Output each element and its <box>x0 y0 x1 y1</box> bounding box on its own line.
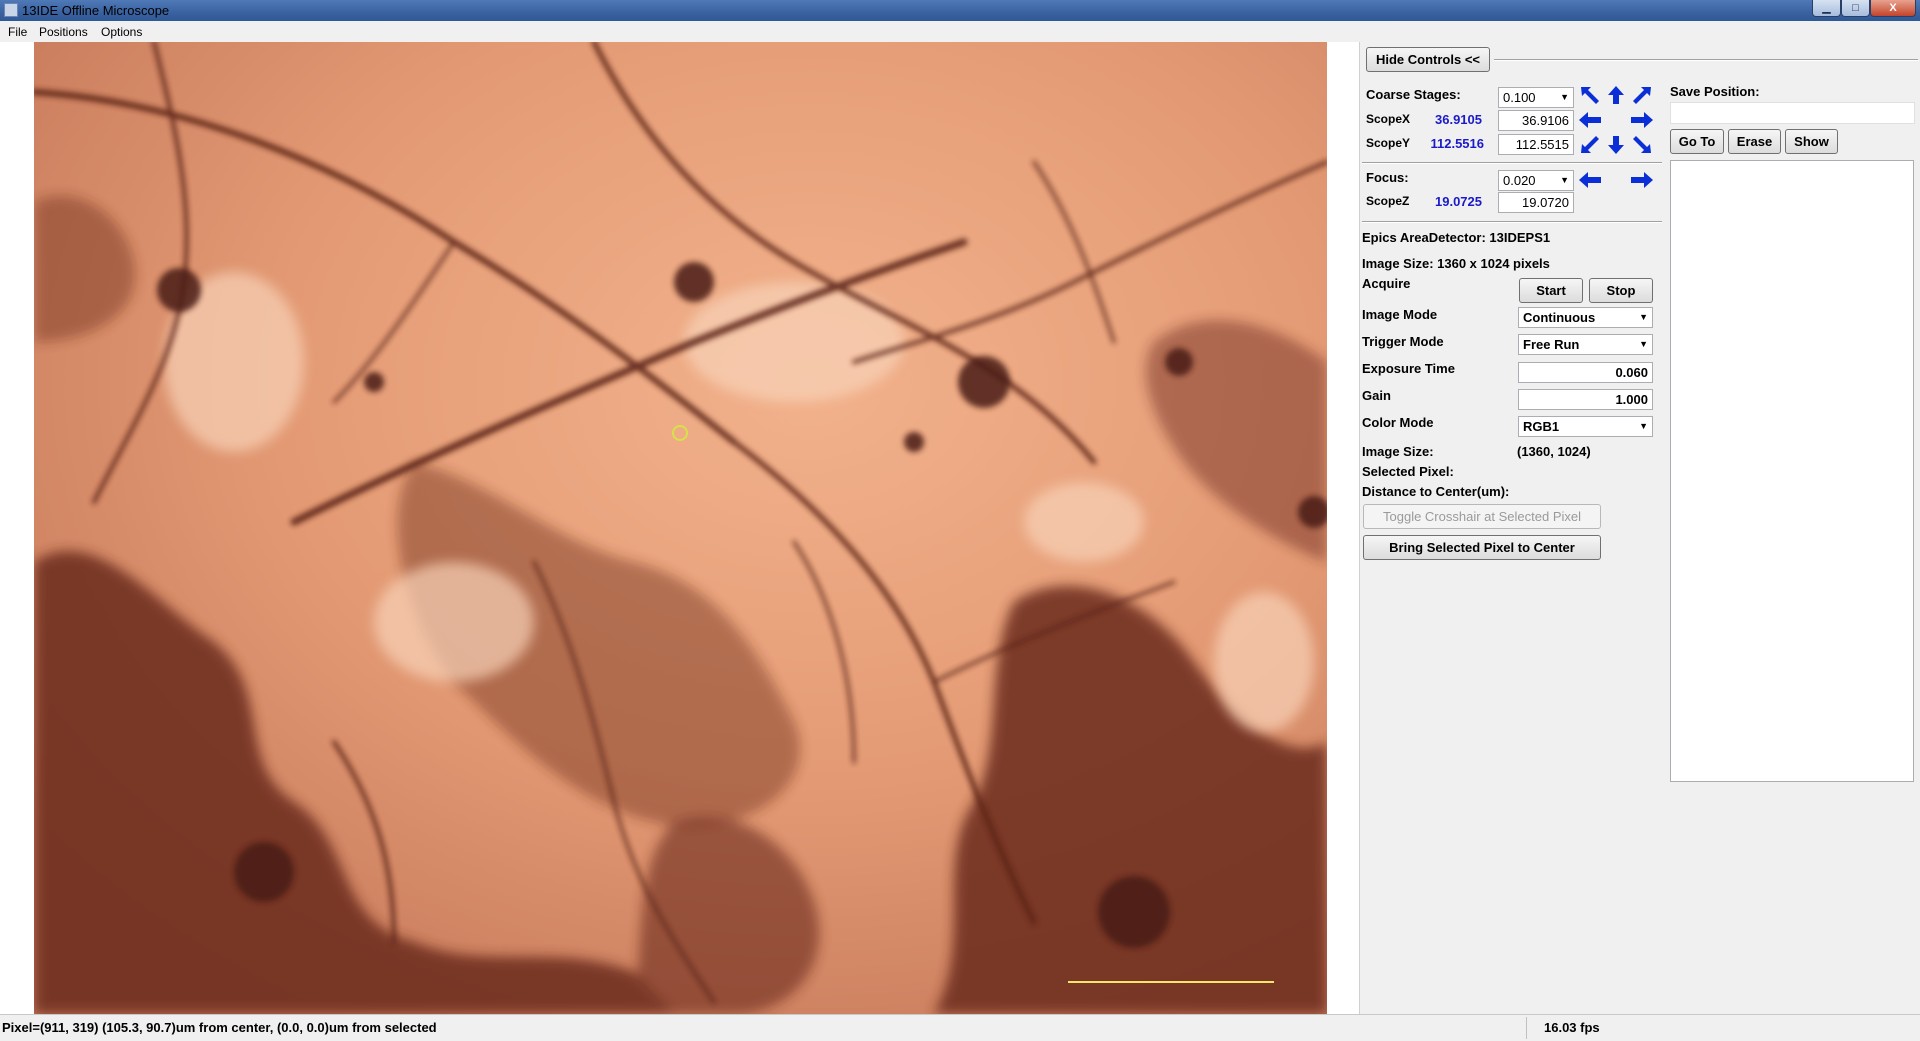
arrow-left-icon[interactable] <box>1577 169 1603 191</box>
image-size-value: (1360, 1024) <box>1517 444 1591 459</box>
coarse-step-value: 0.100 <box>1503 90 1536 105</box>
divider <box>1362 221 1662 223</box>
arrow-right-icon[interactable] <box>1629 109 1655 131</box>
save-position-input[interactable] <box>1670 102 1915 124</box>
arrow-down-left-icon[interactable] <box>1577 134 1603 156</box>
toggle-crosshair-button[interactable]: Toggle Crosshair at Selected Pixel <box>1363 504 1601 529</box>
trigger-mode-value: Free Run <box>1523 337 1580 352</box>
gain-input[interactable]: 1.000 <box>1518 389 1653 410</box>
gain-label: Gain <box>1362 388 1391 403</box>
status-bar: Pixel=(911, 319) (105.3, 90.7)um from ce… <box>0 1014 1920 1041</box>
distance-label: Distance to Center(um): <box>1362 484 1510 499</box>
image-mode-label: Image Mode <box>1362 307 1438 322</box>
fps-readout: 16.03 fps <box>1544 1020 1600 1035</box>
microscope-image[interactable] <box>34 42 1327 1014</box>
chevron-down-icon: ▼ <box>1639 421 1648 431</box>
menu-file[interactable]: File <box>8 25 27 39</box>
window-title: 13IDE Offline Microscope <box>22 3 170 18</box>
stop-button[interactable]: Stop <box>1589 278 1653 303</box>
erase-button[interactable]: Erase <box>1728 129 1781 154</box>
scope-z-label: ScopeZ <box>1366 194 1410 208</box>
maximize-button[interactable]: □ <box>1841 0 1870 17</box>
scope-x-label: ScopeX <box>1366 112 1411 126</box>
title-bar: 13IDE Offline Microscope ▁ □ X <box>0 0 1920 21</box>
chevron-down-icon: ▼ <box>1639 339 1648 349</box>
close-button[interactable]: X <box>1870 0 1916 17</box>
bring-to-center-button[interactable]: Bring Selected Pixel to Center <box>1363 535 1601 560</box>
color-mode-value: RGB1 <box>1523 419 1560 434</box>
minimize-button[interactable]: ▁ <box>1812 0 1841 17</box>
goto-button[interactable]: Go To <box>1670 129 1724 154</box>
scope-x-readback: 36.9105 <box>1435 112 1482 127</box>
image-mode-value: Continuous <box>1523 310 1596 325</box>
scope-z-readback: 19.0725 <box>1435 194 1482 209</box>
coarse-step-select[interactable]: 0.100 ▼ <box>1498 87 1574 108</box>
detector-title: Epics AreaDetector: 13IDEPS1 <box>1362 230 1551 245</box>
hide-controls-button[interactable]: Hide Controls << <box>1366 47 1490 72</box>
chevron-down-icon: ▼ <box>1560 175 1569 185</box>
arrow-left-icon[interactable] <box>1577 109 1603 131</box>
arrow-up-icon[interactable] <box>1603 84 1629 106</box>
app-icon <box>4 3 18 17</box>
exposure-label: Exposure Time <box>1362 361 1455 376</box>
menu-positions[interactable]: Positions <box>39 25 88 39</box>
focus-label: Focus: <box>1366 170 1409 185</box>
scope-y-label: ScopeY <box>1366 136 1411 150</box>
image-size-label: Image Size: <box>1362 444 1434 459</box>
divider <box>1362 162 1662 164</box>
coarse-stages-label: Coarse Stages: <box>1366 87 1461 102</box>
focus-step-value: 0.020 <box>1503 173 1536 188</box>
scope-y-input[interactable]: 112.5515 <box>1498 134 1574 155</box>
scope-z-input[interactable]: 19.0720 <box>1498 192 1574 213</box>
pixel-info: Pixel=(911, 319) (105.3, 90.7)um from ce… <box>2 1020 437 1035</box>
selected-pixel-label: Selected Pixel: <box>1362 464 1454 479</box>
show-button[interactable]: Show <box>1785 129 1838 154</box>
arrow-down-right-icon[interactable] <box>1629 134 1655 156</box>
arrow-down-icon[interactable] <box>1603 134 1629 156</box>
focus-step-select[interactable]: 0.020 ▼ <box>1498 170 1574 191</box>
color-mode-label: Color Mode <box>1362 415 1434 430</box>
image-pane <box>0 42 1359 1014</box>
menu-options[interactable]: Options <box>101 25 142 39</box>
arrow-right-icon[interactable] <box>1629 169 1655 191</box>
image-mode-select[interactable]: Continuous ▼ <box>1518 307 1653 328</box>
acquire-label: Acquire <box>1362 276 1411 291</box>
scope-y-readback: 112.5516 <box>1430 136 1484 151</box>
position-list[interactable] <box>1670 160 1914 782</box>
start-button[interactable]: Start <box>1519 278 1583 303</box>
trigger-mode-label: Trigger Mode <box>1362 334 1444 349</box>
divider <box>1526 1017 1527 1039</box>
divider <box>1494 59 1918 61</box>
chevron-down-icon: ▼ <box>1560 92 1569 102</box>
arrow-up-left-icon[interactable] <box>1577 84 1603 106</box>
arrow-up-right-icon[interactable] <box>1629 84 1655 106</box>
menu-bar: File Positions Options <box>0 21 1920 43</box>
scope-x-input[interactable]: 36.9106 <box>1498 110 1574 131</box>
trigger-mode-select[interactable]: Free Run ▼ <box>1518 334 1653 355</box>
chevron-down-icon: ▼ <box>1639 312 1648 322</box>
color-mode-select[interactable]: RGB1 ▼ <box>1518 416 1653 437</box>
control-panel: Hide Controls << Coarse Stages: 0.100 ▼ S… <box>1359 42 1920 1014</box>
image-size-header: Image Size: 1360 x 1024 pixels <box>1362 256 1550 271</box>
exposure-input[interactable]: 0.060 <box>1518 362 1653 383</box>
save-position-label: Save Position: <box>1670 84 1760 99</box>
